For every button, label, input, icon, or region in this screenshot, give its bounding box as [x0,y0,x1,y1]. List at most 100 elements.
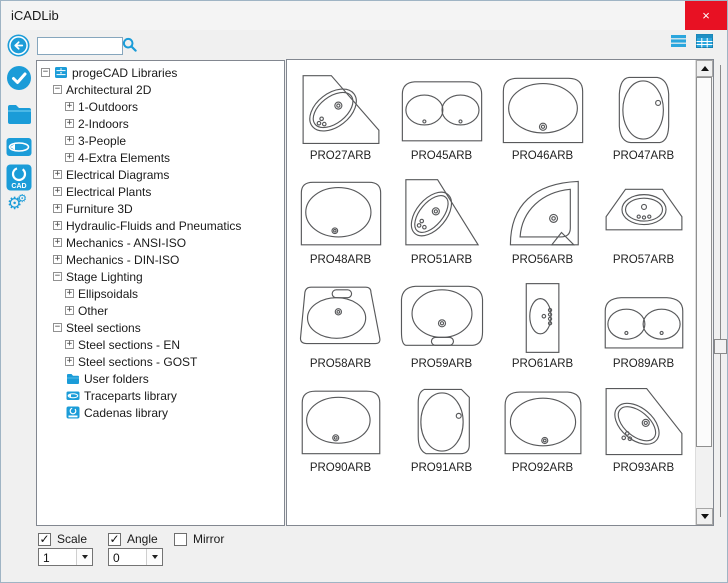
back-button[interactable] [7,34,30,57]
tree-item-label: Stage Lighting [66,269,143,284]
tree-item[interactable]: + Steel sections - EN [37,336,284,353]
tree-item[interactable]: − Steel sections [37,319,284,336]
thumbnail-cell[interactable]: PRO61ARB [492,270,593,374]
tree-item-label: Other [78,303,109,318]
scale-dropdown-button[interactable] [76,549,92,565]
thumbnail-cell[interactable]: PRO45ARB [391,62,492,166]
thumbnail-cell[interactable]: PRO51ARB [391,166,492,270]
expand-icon[interactable]: + [65,102,74,111]
tree-item-label: Mechanics - ANSI-ISO [66,235,187,250]
list-view-icon[interactable] [670,34,687,48]
thumbnail-cell[interactable]: PRO47ARB [593,62,694,166]
tree-item-label: User folders [84,371,149,386]
library-tree: − progeCAD Libraries − Architectural 2D +1-O… [36,60,285,526]
expand-icon[interactable]: + [53,204,62,213]
tree-item[interactable]: + Mechanics - DIN-ISO [37,251,284,268]
block-drawing [497,281,589,355]
tree-item[interactable]: + Steel sections - GOST [37,353,284,370]
thumbnail-size-slider[interactable] [713,65,727,517]
thumbnail-label: PRO56ARB [511,254,574,266]
thumbnail-label: PRO91ARB [410,462,473,474]
angle-combobox[interactable]: 0 [108,548,163,566]
traceparts-button[interactable] [6,137,32,162]
expand-icon[interactable]: + [65,136,74,145]
angle-dropdown-button[interactable] [146,549,162,565]
tree-item[interactable]: User folders [37,370,284,387]
tree-item[interactable]: − Stage Lighting [37,268,284,285]
tree-item[interactable]: + Furniture 3D [37,200,284,217]
view-mode-buttons [670,34,713,48]
thumbnail-scrollbar[interactable] [695,60,713,525]
expand-icon[interactable]: + [65,289,74,298]
expand-icon[interactable]: + [53,187,62,196]
titlebar: iCADLib × [1,1,727,30]
check-insert-button[interactable] [6,65,32,96]
collapse-icon[interactable]: − [53,272,62,281]
scale-checkbox[interactable]: ✓ [38,533,51,546]
thumbnail-panel: PRO27ARB PRO45ARB PRO46ARB PRO47ARB PRO48ARB… [286,59,714,526]
folder-button[interactable] [6,101,33,130]
expand-icon[interactable]: + [53,170,62,179]
expand-icon[interactable]: + [65,357,74,366]
block-drawing [598,281,690,355]
search-icon[interactable] [122,37,137,52]
scrollbar-thumb[interactable] [696,77,712,447]
scroll-down-button[interactable] [696,508,713,525]
thumbnail-cell[interactable]: PRO48ARB [290,166,391,270]
thumbnail-cell[interactable]: PRO91ARB [391,374,492,478]
scale-label: Scale [57,532,88,546]
thumbnail-cell[interactable]: PRO92ARB [492,374,593,478]
tree-item-label: 2-Indoors [78,116,129,131]
collapse-icon[interactable]: − [53,85,62,94]
expand-icon[interactable]: + [65,153,74,162]
tree-item[interactable]: +4-Extra Elements [37,149,284,166]
expand-icon[interactable]: + [65,340,74,349]
thumbnail-cell[interactable]: PRO56ARB [492,166,593,270]
cadenas-icon [66,406,80,419]
thumbnail-cell[interactable]: PRO59ARB [391,270,492,374]
tree-item[interactable]: + Electrical Diagrams [37,166,284,183]
expand-icon[interactable]: + [53,255,62,264]
collapse-icon[interactable]: − [53,323,62,332]
tree-item[interactable]: − Architectural 2D [37,81,284,98]
close-button[interactable]: × [685,1,727,30]
slider-handle[interactable] [714,339,727,354]
tree-item[interactable]: − progeCAD Libraries [37,64,284,81]
thumbnail-view-icon[interactable] [696,34,713,48]
tree-item[interactable]: + Hydraulic-Fluids and Pneumatics [37,217,284,234]
scroll-up-button[interactable] [696,60,713,77]
expand-icon[interactable]: + [65,306,74,315]
tree-item-label: Steel sections - EN [78,337,181,352]
collapse-icon[interactable]: − [41,68,50,77]
thumbnail-cell[interactable]: PRO57ARB [593,166,694,270]
thumbnail-cell[interactable]: PRO27ARB [290,62,391,166]
thumbnail-cell[interactable]: PRO46ARB [492,62,593,166]
tree-item[interactable]: + Other [37,302,284,319]
thumbnail-label: PRO93ARB [612,462,675,474]
thumbnail-label: PRO48ARB [309,254,372,266]
scale-combobox[interactable]: 1 [38,548,93,566]
tree-item[interactable]: + Ellipsoidals [37,285,284,302]
tree-item[interactable]: + Electrical Plants [37,183,284,200]
thumbnail-cell[interactable]: PRO90ARB [290,374,391,478]
tree-item[interactable]: +1-Outdoors [37,98,284,115]
thumbnail-cell[interactable]: PRO89ARB [593,270,694,374]
angle-checkbox[interactable]: ✓ [108,533,121,546]
tree-item[interactable]: Cadenas library [37,404,284,421]
block-drawing [295,281,387,355]
expand-icon[interactable]: + [53,221,62,230]
thumbnail-cell[interactable]: PRO58ARB [290,270,391,374]
icadlib-window: iCADLib × CAD ⚙⚙ − progeCAD Libraries − … [0,0,728,583]
tree-item[interactable]: +3-People [37,132,284,149]
tree-item[interactable]: Traceparts library [37,387,284,404]
thumbnail-label: PRO61ARB [511,358,574,370]
tree-item[interactable]: +2-Indoors [37,115,284,132]
expand-icon[interactable]: + [53,238,62,247]
mirror-checkbox[interactable] [174,533,187,546]
settings-button[interactable]: ⚙⚙ [7,192,32,214]
thumbnail-cell[interactable]: PRO93ARB [593,374,694,478]
expand-icon[interactable]: + [65,119,74,128]
settings-gears-icon: ⚙⚙ [7,192,28,214]
search-input[interactable] [37,37,123,55]
tree-item[interactable]: + Mechanics - ANSI-ISO [37,234,284,251]
